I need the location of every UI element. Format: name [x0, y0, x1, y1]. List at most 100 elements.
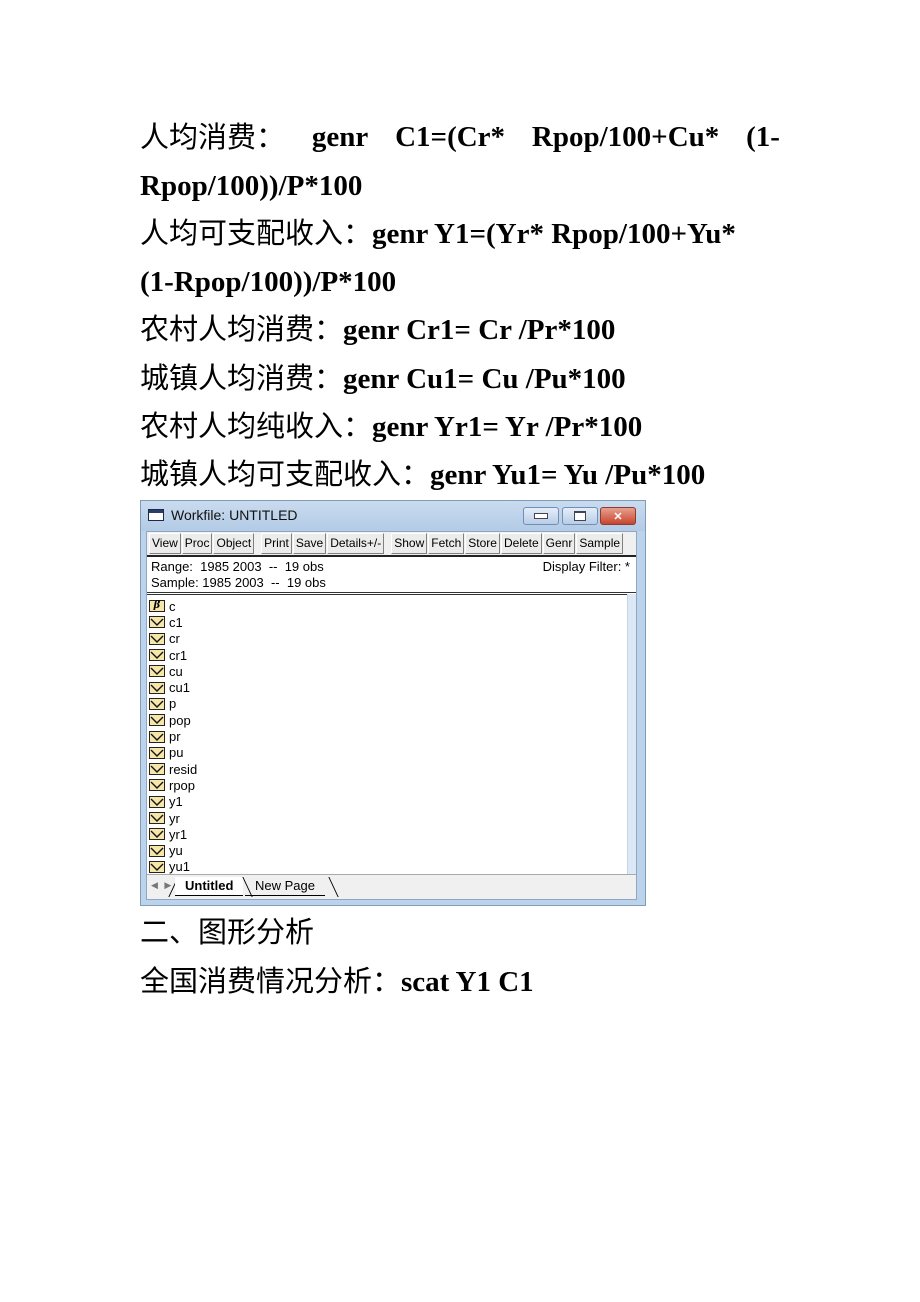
- sample-button[interactable]: Sample: [576, 533, 624, 554]
- series-icon: [149, 730, 165, 743]
- minimize-button[interactable]: [523, 507, 559, 525]
- object-name: c: [169, 598, 176, 614]
- code-text: (1-Rpop/100))/P*100: [140, 266, 397, 298]
- list-item[interactable]: cr: [149, 631, 628, 647]
- object-name: yr: [169, 810, 180, 826]
- series-icon: [149, 632, 165, 645]
- list-item[interactable]: pr: [149, 728, 628, 744]
- title-bar[interactable]: Workfile: UNTITLED ✕: [141, 501, 645, 531]
- list-item[interactable]: βc: [149, 598, 628, 614]
- formula-yu1: 城镇人均可支配收入：genr Yu1= Yu /Pu*100: [140, 450, 705, 499]
- formula-c1-line1: 人均消费： genr C1=(Cr* Rpop/100+Cu* (1-: [140, 113, 780, 161]
- label-per-capita-consumption: 人均消费：: [140, 120, 286, 154]
- series-icon: [149, 795, 165, 808]
- details-button[interactable]: Details+/-: [327, 533, 385, 554]
- label-urban-income: 城镇人均可支配收入：: [140, 457, 431, 491]
- formula-yr1: 农村人均纯收入：genr Yr1= Yr /Pr*100: [140, 402, 642, 451]
- list-item[interactable]: pu: [149, 745, 628, 761]
- workfile-info: Range: 1985 2003 -- 19 obs Sample: 1985 …: [147, 557, 636, 595]
- workfile-icon: [148, 509, 164, 521]
- code-text: genr Y1=(Yr* Rpop/100+Yu*: [372, 218, 736, 250]
- fetch-button[interactable]: Fetch: [428, 533, 465, 554]
- list-item[interactable]: y1: [149, 794, 628, 810]
- object-name: yu: [169, 843, 183, 859]
- formula-c1-line2: Rpop/100))/P*100: [140, 161, 362, 210]
- list-item[interactable]: cu: [149, 663, 628, 679]
- proc-button[interactable]: Proc: [181, 533, 213, 554]
- window-title: Workfile: UNTITLED: [171, 507, 298, 523]
- series-icon: [149, 649, 165, 662]
- store-button[interactable]: Store: [465, 533, 500, 554]
- list-item[interactable]: cr1: [149, 647, 628, 663]
- display-filter[interactable]: Display Filter: *: [543, 559, 630, 574]
- code-text: genr Cu1= Cu /Pu*100: [343, 363, 626, 395]
- page-tabs: ◀ ▶ Untitled New Page: [147, 874, 636, 899]
- object-name: cu: [169, 663, 183, 679]
- close-icon: ✕: [613, 510, 623, 523]
- save-button[interactable]: Save: [292, 533, 327, 554]
- list-item[interactable]: yu: [149, 842, 628, 858]
- minimize-icon: [534, 513, 548, 519]
- object-name: pop: [169, 712, 191, 728]
- heading-graph-analysis: 二、图形分析: [140, 915, 315, 949]
- workfile-body: View Proc Object Print Save Details+/- S…: [146, 531, 637, 900]
- vertical-scrollbar[interactable]: [627, 594, 636, 874]
- object-name: cr1: [169, 647, 188, 663]
- list-item[interactable]: resid: [149, 761, 628, 777]
- object-button[interactable]: Object: [213, 533, 255, 554]
- list-item[interactable]: rpop: [149, 777, 628, 793]
- list-item[interactable]: pop: [149, 712, 628, 728]
- label-urban-consumption: 城镇人均消费：: [140, 361, 344, 395]
- list-item[interactable]: p: [149, 696, 628, 712]
- list-item[interactable]: yu1: [149, 859, 628, 875]
- object-name: c1: [169, 614, 183, 630]
- list-item[interactable]: cu1: [149, 679, 628, 695]
- show-button[interactable]: Show: [391, 533, 428, 554]
- object-list: β c c1 cr cr1 cu cu1 p pop pr pu resid rpop y1 yr yr1 yu…: [149, 598, 628, 875]
- object-name: pu: [169, 745, 184, 761]
- object-name: rpop: [169, 777, 196, 793]
- series-icon: [149, 714, 165, 727]
- list-item[interactable]: yr: [149, 810, 628, 826]
- label-consumption-analysis: 全国消费情况分析：: [140, 964, 402, 998]
- code-part: genr: [311, 121, 369, 153]
- code-text: Rpop/100))/P*100: [140, 170, 363, 202]
- object-name: pr: [169, 729, 181, 745]
- object-name: cu1: [169, 680, 190, 696]
- series-icon: [149, 697, 165, 710]
- object-name: yr1: [169, 826, 188, 842]
- object-name: resid: [169, 761, 198, 777]
- series-icon: [149, 812, 165, 824]
- code-part: Rpop/100+Cu*: [531, 121, 720, 153]
- object-name: p: [169, 696, 177, 712]
- list-item[interactable]: c1: [149, 614, 628, 630]
- tab-untitled[interactable]: Untitled: [175, 877, 244, 896]
- object-name: yu1: [169, 859, 190, 875]
- section-heading: 二、图形分析: [140, 908, 314, 956]
- code-text: genr Cr1= Cr /Pr*100: [343, 314, 616, 346]
- print-button[interactable]: Print: [261, 533, 292, 554]
- series-icon: [149, 665, 165, 678]
- series-icon: [149, 779, 165, 792]
- tab-scroll-arrows-icon[interactable]: ◀ ▶: [151, 880, 173, 891]
- series-icon: [149, 616, 165, 629]
- genr-button[interactable]: Genr: [542, 533, 576, 554]
- list-item[interactable]: yr1: [149, 826, 628, 842]
- code-part: (1-: [746, 121, 780, 153]
- close-button[interactable]: ✕: [600, 507, 636, 525]
- coefficient-icon: β: [149, 600, 165, 613]
- formula-y1-line1: 人均可支配收入：genr Y1=(Yr* Rpop/100+Yu*: [140, 209, 736, 258]
- tab-new-page[interactable]: New Page: [245, 877, 325, 896]
- delete-button[interactable]: Delete: [500, 533, 542, 554]
- series-icon: [149, 844, 165, 857]
- series-icon: [149, 681, 165, 694]
- code-text: genr Yu1= Yu /Pu*100: [430, 459, 706, 491]
- maximize-icon: [574, 511, 586, 521]
- formula-cu1: 城镇人均消费：genr Cu1= Cu /Pu*100: [140, 354, 626, 403]
- object-name: cr: [169, 631, 180, 647]
- maximize-button[interactable]: [562, 507, 598, 525]
- formula-y1-line2: (1-Rpop/100))/P*100: [140, 257, 396, 306]
- view-button[interactable]: View: [149, 533, 181, 554]
- workfile-window: Workfile: UNTITLED ✕ View Proc Object Pr…: [140, 500, 646, 906]
- code-text: scat Y1 C1: [401, 966, 534, 998]
